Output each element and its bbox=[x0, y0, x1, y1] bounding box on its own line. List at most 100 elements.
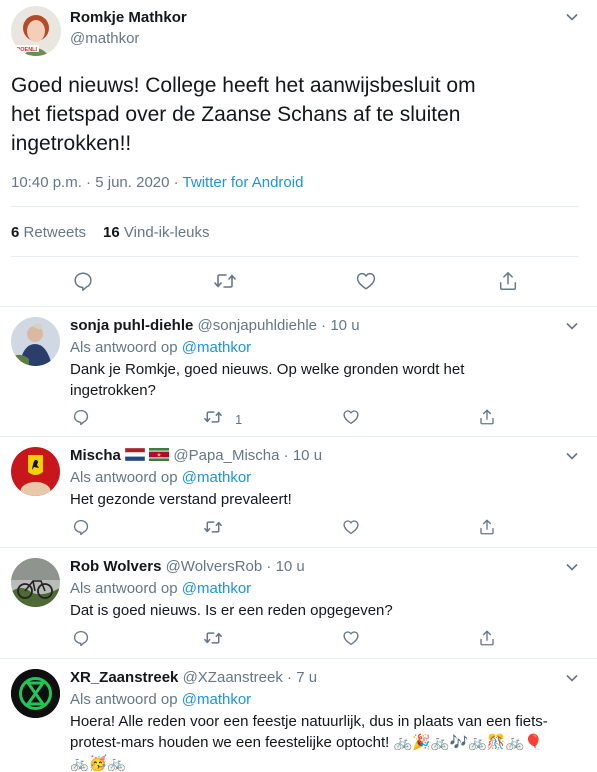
reply-icon[interactable] bbox=[72, 270, 94, 297]
reply-time[interactable]: 10 u bbox=[293, 447, 322, 464]
retweet-count: 1 bbox=[235, 412, 243, 427]
avatar[interactable] bbox=[11, 317, 60, 366]
retweet-button[interactable] bbox=[203, 518, 235, 541]
tweet-detail-page: GROENLI Romkje Mathkor @mathkor Goed nie… bbox=[0, 0, 597, 772]
reply-author-name[interactable]: Rob Wolvers bbox=[70, 558, 161, 575]
reply-header: Rob Wolvers @WolversRob · 10 u bbox=[70, 558, 305, 575]
share-icon[interactable] bbox=[478, 629, 496, 647]
reply-text-line: Dat is goed nieuws. Is er een reden opge… bbox=[70, 602, 393, 619]
reply-context-link[interactable]: @mathkor bbox=[182, 339, 251, 356]
reply-author-handle[interactable]: @WolversRob bbox=[166, 558, 263, 575]
reply-time[interactable]: 7 u bbox=[296, 669, 317, 686]
reply-header: XR_Zaanstreek @XZaanstreek · 7 u bbox=[70, 669, 317, 686]
divider bbox=[11, 256, 578, 257]
heart-icon[interactable] bbox=[342, 629, 360, 647]
reply-text: Het gezonde verstand prevaleert! bbox=[70, 489, 580, 510]
reply-author-name[interactable]: sonja puhl-diehle bbox=[70, 317, 193, 334]
suriname-flag-icon bbox=[149, 447, 170, 465]
reply-tweet[interactable]: Rob Wolvers @WolversRob · 10 u Als antwo… bbox=[0, 548, 597, 658]
reply-tweet[interactable]: Mischa @Papa_Mischa · 10 u Als antwoord … bbox=[0, 437, 597, 547]
reply-context-label: Als antwoord op bbox=[70, 580, 178, 597]
tweet-text: Goed nieuws! College heeft het aanwijsbe… bbox=[11, 71, 586, 158]
reply-text-line: protest-mars houden we een feestelijke o… bbox=[70, 734, 543, 751]
retweets-stat[interactable]: 6 Retweets bbox=[11, 224, 86, 241]
likes-stat[interactable]: 16 Vind-ik-leuks bbox=[103, 224, 209, 241]
reply-text: Hoera! Alle reden voor een feestje natuu… bbox=[70, 711, 580, 772]
reply-text: Dank je Romkje, goed nieuws. Op welke gr… bbox=[70, 359, 580, 401]
reply-tweet[interactable]: sonja puhl-diehle @sonjapuhldiehle · 10 … bbox=[0, 307, 597, 436]
author-name[interactable]: Romkje Mathkor bbox=[70, 9, 187, 26]
reply-author-handle[interactable]: @XZaanstreek bbox=[183, 669, 283, 686]
retweet-icon[interactable] bbox=[213, 270, 237, 297]
heart-icon[interactable] bbox=[342, 518, 360, 536]
tweet-time[interactable]: 10:40 p.m. bbox=[11, 174, 82, 191]
share-icon[interactable] bbox=[478, 408, 496, 426]
tweet-text-line: ingetrokken!! bbox=[11, 132, 132, 155]
avatar[interactable] bbox=[11, 669, 60, 718]
reply-time[interactable]: 10 u bbox=[330, 317, 359, 334]
netherlands-flag-icon bbox=[124, 447, 146, 465]
author-handle[interactable]: @mathkor bbox=[70, 30, 139, 47]
heart-icon[interactable] bbox=[355, 270, 377, 297]
meta-separator: · bbox=[81, 174, 96, 191]
chevron-down-icon[interactable] bbox=[565, 10, 579, 29]
retweet-button[interactable] bbox=[203, 629, 235, 652]
retweets-count: 6 bbox=[11, 224, 20, 241]
tweet-date[interactable]: 5 jun. 2020 bbox=[95, 174, 169, 191]
reply-text-line: Hoera! Alle reden voor een feestje natuu… bbox=[70, 713, 548, 730]
reply-context-label: Als antwoord op bbox=[70, 469, 178, 486]
reply-author-name[interactable]: Mischa bbox=[70, 447, 121, 464]
reply-dot: · bbox=[266, 558, 276, 575]
reply-icon[interactable] bbox=[72, 518, 90, 536]
chevron-down-icon[interactable] bbox=[565, 319, 579, 338]
tweet-text-line: het fietspad over de Zaanse Schans af te… bbox=[11, 103, 461, 126]
tweet-source-link[interactable]: Twitter for Android bbox=[183, 174, 304, 191]
reply-context-label: Als antwoord op bbox=[70, 339, 178, 356]
meta-separator: · bbox=[169, 174, 183, 191]
reply-dot: · bbox=[287, 669, 297, 686]
avatar-badge-text: GROENLI bbox=[12, 47, 38, 53]
share-icon[interactable] bbox=[497, 270, 519, 297]
reply-context-label: Als antwoord op bbox=[70, 691, 178, 708]
main-tweet: GROENLI Romkje Mathkor @mathkor Goed nie… bbox=[0, 0, 597, 306]
tweet-stats: 6 Retweets 16 Vind-ik-leuks bbox=[11, 224, 210, 241]
reply-context-link[interactable]: @mathkor bbox=[182, 580, 251, 597]
reply-dot: · bbox=[283, 447, 293, 464]
reply-text-line: 🚲🥳🚲 bbox=[70, 755, 127, 772]
chevron-down-icon[interactable] bbox=[565, 671, 579, 690]
reply-text-line: Het gezonde verstand prevaleert! bbox=[70, 491, 292, 508]
reply-context: Als antwoord op @mathkor bbox=[70, 691, 251, 708]
heart-icon[interactable] bbox=[342, 408, 360, 426]
reply-author-name[interactable]: XR_Zaanstreek bbox=[70, 669, 178, 686]
reply-author-handle[interactable]: @Papa_Mischa bbox=[173, 447, 279, 464]
avatar[interactable] bbox=[11, 558, 60, 607]
likes-count: 16 bbox=[103, 224, 120, 241]
tweet-text-line: Goed nieuws! College heeft het aanwijsbe… bbox=[11, 74, 476, 97]
reply-text-line: Dank je Romkje, goed nieuws. Op welke gr… bbox=[70, 361, 465, 378]
reply-icon[interactable] bbox=[72, 408, 90, 426]
divider bbox=[11, 206, 578, 207]
retweet-button[interactable]: 1 bbox=[203, 408, 242, 431]
likes-label: Vind-ik-leuks bbox=[123, 224, 210, 241]
retweet-icon bbox=[203, 408, 223, 431]
reply-context: Als antwoord op @mathkor bbox=[70, 469, 251, 486]
avatar[interactable] bbox=[11, 447, 60, 496]
chevron-down-icon[interactable] bbox=[565, 449, 579, 468]
retweet-icon bbox=[203, 518, 223, 541]
reply-text: Dat is goed nieuws. Is er een reden opge… bbox=[70, 600, 580, 621]
reply-context: Als antwoord op @mathkor bbox=[70, 339, 251, 356]
author-avatar[interactable]: GROENLI bbox=[11, 6, 61, 56]
reply-dot: · bbox=[321, 317, 331, 334]
reply-time[interactable]: 10 u bbox=[276, 558, 305, 575]
reply-header: sonja puhl-diehle @sonjapuhldiehle · 10 … bbox=[70, 317, 360, 334]
reply-author-handle[interactable]: @sonjapuhldiehle bbox=[198, 317, 317, 334]
retweet-icon bbox=[203, 629, 223, 652]
reply-tweet[interactable]: XR_Zaanstreek @XZaanstreek · 7 u Als ant… bbox=[0, 659, 597, 772]
reply-text-line: ingetrokken? bbox=[70, 382, 156, 399]
chevron-down-icon[interactable] bbox=[565, 560, 579, 579]
share-icon[interactable] bbox=[478, 518, 496, 536]
reply-context: Als antwoord op @mathkor bbox=[70, 580, 251, 597]
reply-icon[interactable] bbox=[72, 629, 90, 647]
reply-context-link[interactable]: @mathkor bbox=[182, 469, 251, 486]
reply-context-link[interactable]: @mathkor bbox=[182, 691, 251, 708]
